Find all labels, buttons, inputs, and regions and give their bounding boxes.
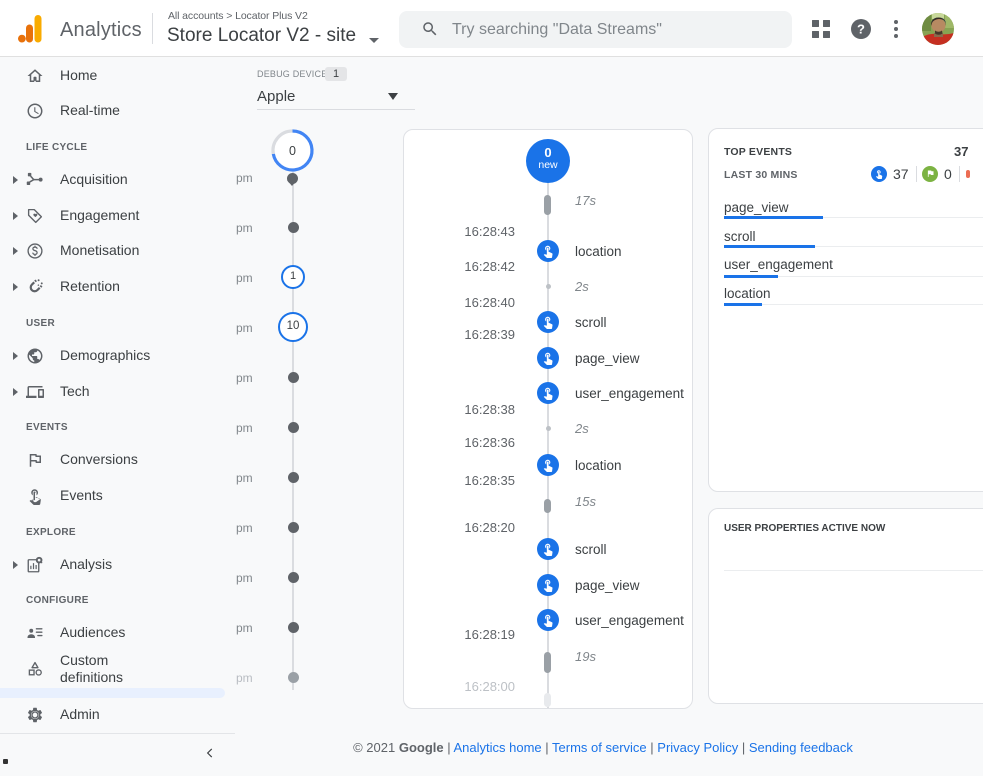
svg-text:?: ?	[857, 22, 865, 37]
svg-text:0: 0	[289, 144, 296, 158]
